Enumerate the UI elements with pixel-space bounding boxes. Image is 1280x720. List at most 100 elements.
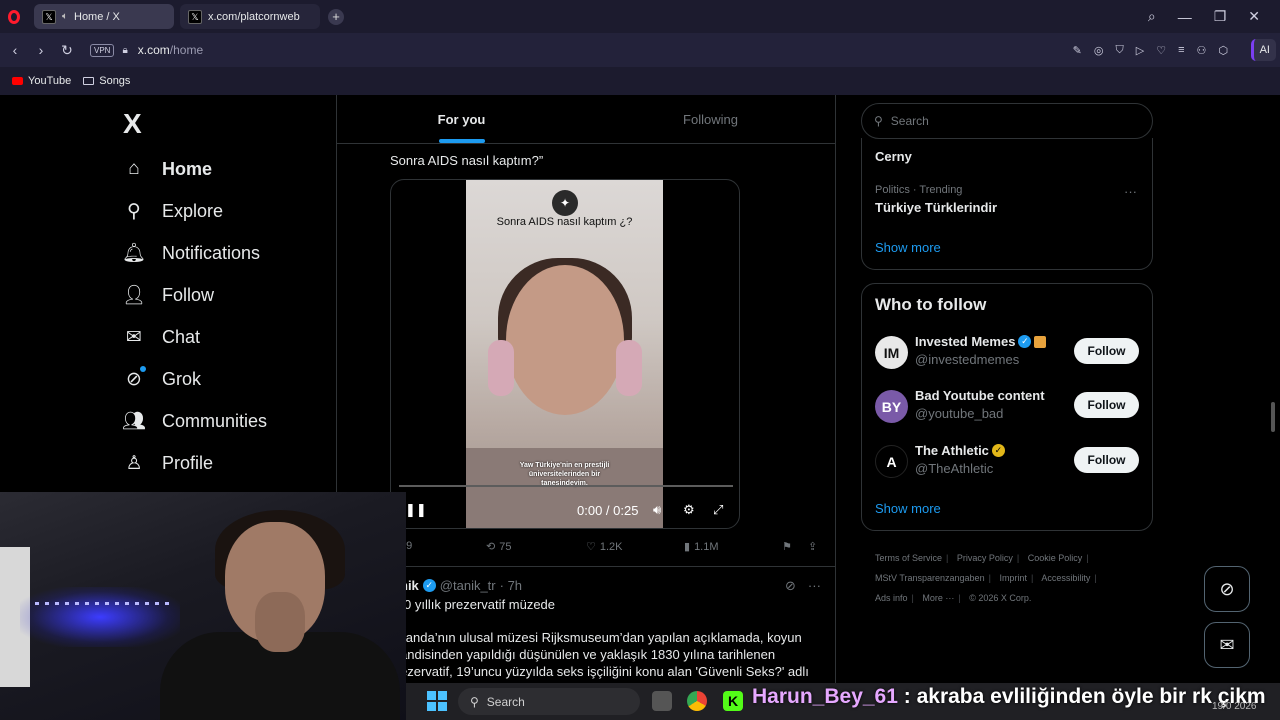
settings-icon[interactable]: ⚙ (683, 502, 695, 518)
tweet-time[interactable]: · 7h (500, 578, 522, 593)
search-icon: ⚲ (470, 694, 479, 709)
mail-icon: ✉ (1219, 634, 1235, 655)
minimize-icon[interactable]: — (1178, 9, 1192, 25)
follow-suggestion[interactable]: BY Bad Youtube content @youtube_bad Foll… (875, 388, 1145, 428)
tweet-video[interactable]: Sonra AIDS nasıl kaptım ¿? Yaw Türkiye'n… (390, 179, 740, 529)
footer-link[interactable]: Cookie Policy (1028, 553, 1083, 563)
account-icon[interactable]: ⚇ (1197, 44, 1207, 57)
nav-profile[interactable]: ♙ Profile (122, 442, 322, 484)
nav-chat[interactable]: ✉ Chat (122, 316, 322, 358)
avatar[interactable]: A (875, 445, 908, 478)
follow-button[interactable]: Follow (1074, 392, 1139, 418)
browser-tab-bar: 𝕏 🔈︎ Home / X 𝕏 x.com/platcornweb + ⌕ — … (0, 0, 1280, 33)
close-icon[interactable]: ✕ (1248, 8, 1260, 25)
nav-label: Profile (162, 452, 214, 473)
new-tab-button[interactable]: + (328, 8, 344, 25)
page-scrollbar[interactable] (1270, 100, 1276, 685)
share-button[interactable]: ⇪ (808, 540, 817, 553)
grok-fab-button[interactable]: ⊘ (1204, 566, 1250, 612)
views-button[interactable]: ▮ 1.1M (684, 540, 719, 554)
nav-grok[interactable]: ⊘ Grok (122, 358, 322, 400)
tab-for-you[interactable]: For you (337, 96, 586, 143)
back-icon[interactable]: ‹ (2, 42, 28, 58)
follow-suggestion[interactable]: A The Athletic ✓ @TheAthletic Follow (875, 443, 1145, 483)
nav-label: Home (162, 158, 213, 179)
extensions-icon[interactable]: ⬡ (1218, 44, 1228, 57)
footer-link[interactable]: Privacy Policy (957, 553, 1013, 563)
who-to-follow-show-more[interactable]: Show more (875, 501, 941, 516)
menu-icon[interactable]: ≡ (1178, 44, 1184, 56)
nav-explore[interactable]: ⚲ Explore (122, 190, 322, 232)
tweet-actions: 89 ⟲ 75 ♡ 1.2K ▮ 1.1M ⚑ ⇪ (400, 540, 826, 556)
forward-icon[interactable]: › (28, 42, 54, 58)
tab-home-x[interactable]: 𝕏 🔈︎ Home / X (34, 4, 174, 29)
grok-icon[interactable]: ⊘ (785, 578, 796, 594)
messages-fab-button[interactable]: ✉ (1204, 622, 1250, 668)
search-input[interactable]: ⚲ Search (861, 103, 1153, 139)
trend-name[interactable]: Türkiye Türklerindir (875, 200, 997, 215)
footer-link[interactable]: More ··· (922, 593, 954, 603)
address-bar-actions: ✎ ◎ ⛉ ▷ ♡ ≡ ⚇ ⬡ (1073, 33, 1228, 67)
trends-show-more[interactable]: Show more (875, 240, 941, 255)
avatar[interactable]: BY (875, 390, 908, 423)
footer-link[interactable]: Imprint (999, 573, 1027, 583)
trend-more-icon[interactable]: ··· (1124, 184, 1137, 199)
follow-button[interactable]: Follow (1074, 447, 1139, 473)
video-frame[interactable]: Sonra AIDS nasıl kaptım ¿? Yaw Türkiye'n… (466, 180, 663, 528)
windows-taskbar: ⚲ Search K Harun_Bey_61 : akraba evliliğ… (406, 683, 1280, 720)
vpn-badge[interactable]: VPN (90, 43, 115, 57)
taskbar-search[interactable]: ⚲ Search (458, 688, 640, 715)
bookmark-songs[interactable]: Songs (83, 75, 130, 87)
heart-icon[interactable]: ♡ (1156, 44, 1166, 57)
account-handle: @TheAthletic (915, 461, 994, 476)
follow-suggestion[interactable]: IM Invested Memes ✓ @investedmemes Follow (875, 334, 1145, 374)
nav-follow[interactable]: 👤︎ Follow (122, 274, 322, 316)
repost-icon: ⟲ (486, 541, 496, 553)
nav-label: Grok (162, 368, 202, 389)
nav-communities[interactable]: 👥︎ Communities (122, 400, 322, 442)
nav-home[interactable]: ⌂ Home (122, 148, 322, 190)
pause-icon[interactable]: ❚❚ (405, 502, 427, 518)
lock-icon[interactable]: 🔒︎ (122, 45, 127, 56)
repost-button[interactable]: ⟲ 75 (486, 540, 511, 554)
fullscreen-icon[interactable]: ⤢ (713, 502, 723, 518)
trend-name[interactable]: Cerny (875, 149, 912, 164)
tab-following[interactable]: Following (586, 96, 835, 143)
restore-icon[interactable]: ❐ (1214, 8, 1227, 25)
footer-link[interactable]: Ads info (875, 593, 908, 603)
search-placeholder: Search (890, 114, 929, 128)
bookmark-icon: ⚑ (782, 541, 792, 553)
windows-start-icon[interactable] (427, 691, 447, 711)
footer-link[interactable]: Accessibility (1041, 573, 1090, 583)
edit-icon[interactable]: ✎ (1073, 44, 1082, 57)
chrome-icon[interactable] (687, 691, 707, 711)
follow-button[interactable]: Follow (1074, 338, 1139, 364)
footer-link[interactable]: Terms of Service (875, 553, 942, 563)
x-logo[interactable]: X (123, 108, 142, 140)
footer-link[interactable]: MStV Transparenzangaben (875, 573, 985, 583)
grok-sparkle-icon[interactable]: ✦ (552, 190, 578, 216)
nav-notifications[interactable]: 🔔︎ Notifications (122, 232, 322, 274)
scrollbar-thumb[interactable] (1271, 402, 1275, 432)
task-view-icon[interactable] (652, 691, 672, 711)
tweet-author-handle[interactable]: @tanik_tr (440, 578, 496, 593)
shield-icon[interactable]: ⛉ (1116, 44, 1124, 57)
kick-icon[interactable]: K (723, 691, 743, 711)
bookmark-button[interactable]: ⚑ (782, 540, 792, 553)
video-progress-bar[interactable] (399, 485, 733, 487)
opera-logo-icon[interactable] (0, 0, 28, 33)
tab-platcornweb[interactable]: 𝕏 x.com/platcornweb (180, 4, 320, 29)
like-button[interactable]: ♡ 1.2K (586, 540, 623, 554)
speaker-icon[interactable]: 🔈︎ (62, 11, 68, 22)
tweet-tools: ⊘ ··· (785, 578, 821, 594)
reload-icon[interactable]: ↻ (54, 42, 80, 59)
search-tabs-icon[interactable]: ⌕ (1148, 8, 1156, 25)
ai-button[interactable]: AI (1250, 39, 1276, 61)
url-field[interactable]: x.com/home (138, 43, 203, 57)
camera-icon[interactable]: ◎ (1094, 44, 1104, 57)
avatar[interactable]: IM (875, 336, 908, 369)
play-icon[interactable]: ▷ (1136, 44, 1144, 57)
more-icon[interactable]: ··· (808, 578, 821, 594)
volume-icon[interactable]: 🔊︎ (653, 502, 661, 518)
bookmark-youtube[interactable]: YouTube (12, 75, 71, 87)
